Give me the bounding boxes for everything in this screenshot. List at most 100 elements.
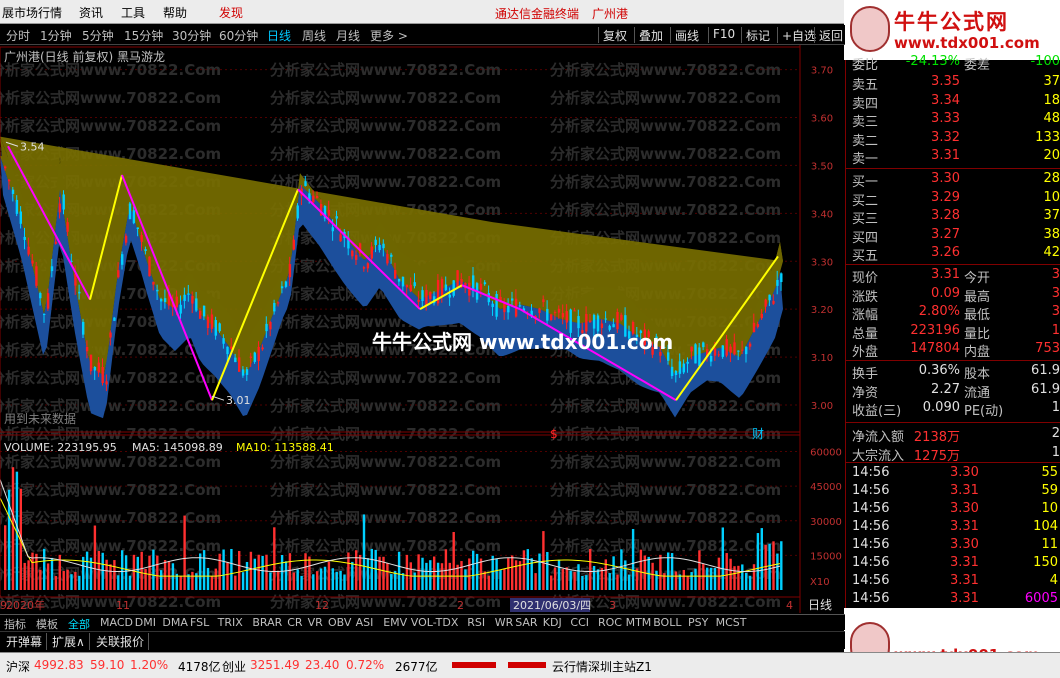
indicator-tab[interactable]: MCST (716, 616, 747, 629)
volume-bar (522, 550, 526, 590)
indicator-tab[interactable]: VOL-TDX (411, 616, 459, 629)
volume-bar (261, 555, 264, 590)
watermark-text: 分析家公式网www.70822.Com (270, 145, 501, 163)
brand-logo-top: 牛牛公式网 www.tdx001.com (844, 0, 1060, 60)
menu-discover[interactable]: 发现 (219, 4, 243, 21)
candle-body (511, 298, 514, 301)
overlay-button[interactable]: 叠加 (634, 27, 663, 43)
period-monthly[interactable]: 月线 (336, 27, 360, 44)
expand-toggle[interactable]: 扩展∧ (52, 633, 90, 650)
volume-bar (199, 553, 202, 590)
candle-body (148, 256, 151, 277)
indicator-tab[interactable]: ASI (356, 616, 374, 629)
volume-bar (507, 558, 510, 590)
volume-bar (46, 563, 50, 590)
indicator-tab[interactable]: 全部 (68, 616, 90, 632)
cow-logo-icon (850, 6, 890, 52)
indicator-tab[interactable]: 指标 (4, 616, 26, 632)
period-timeshare[interactable]: 分时 (6, 27, 30, 44)
candle-body (187, 293, 190, 295)
volume-bar (113, 560, 116, 590)
indicator-tab[interactable]: CR (287, 616, 302, 629)
watermark-text: 分析家公式网www.70822.Com (550, 145, 781, 163)
volume-bar (4, 525, 7, 590)
period-1min[interactable]: 1分钟 (40, 27, 72, 44)
candle-body (745, 346, 748, 355)
candle-body (58, 203, 61, 213)
menu-tools[interactable]: 工具 (121, 4, 145, 21)
indicator-tab[interactable]: MACD (100, 616, 133, 629)
sh-index-amount: 4178亿 (178, 660, 221, 674)
candle-body (46, 293, 50, 309)
back-button[interactable]: 返回 (814, 27, 845, 43)
watermark-text: 分析家公式网www.70822.Com (550, 425, 781, 443)
candle-body (553, 312, 557, 314)
candle-body (257, 346, 260, 362)
indicator-tab[interactable]: ROC (598, 616, 622, 629)
watermark-text: 分析家公式网www.70822.Com (270, 509, 501, 527)
draw-line-button[interactable]: 画线 (670, 27, 699, 43)
indicator-tab[interactable]: EMV (383, 616, 407, 629)
volume-bar (557, 559, 561, 590)
volume-axis-label: 30000 (810, 517, 842, 528)
volume-bar (573, 571, 576, 590)
volume-label: VOLUME: 223195.95 (4, 441, 117, 454)
watermark-text: 分析家公式网www.70822.Com (550, 61, 781, 79)
fuquan-button[interactable]: 复权 (598, 27, 627, 43)
volume-bar (713, 568, 717, 590)
x-axis-label: 11 (116, 599, 130, 612)
add-watchlist-button[interactable]: +自选 (777, 27, 816, 43)
period-60min[interactable]: 60分钟 (219, 27, 258, 44)
volume-bar (616, 574, 619, 590)
f10-button[interactable]: F10 (708, 27, 735, 43)
indicator-tab[interactable]: KDJ (543, 616, 562, 629)
volume-bar (670, 553, 674, 590)
volume-bar (179, 575, 182, 590)
watermark-text: 分析家公式网www.70822.Com (270, 369, 501, 387)
menu-market[interactable]: 展市场行情 (2, 4, 62, 21)
volume-bar (269, 572, 272, 590)
candle-body (401, 276, 405, 287)
indicator-tab[interactable]: FSL (190, 616, 209, 629)
period-daily[interactable]: 日线 (267, 27, 291, 44)
indicator-tab[interactable]: SAR (515, 616, 537, 629)
indicator-tab[interactable]: DMA (162, 616, 188, 629)
volume-bar (97, 550, 100, 590)
trade-tick-row: 14:56 3.31 4 (852, 573, 1058, 588)
indicator-tab[interactable]: RSI (467, 616, 485, 629)
indicator-tab[interactable]: PSY (688, 616, 708, 629)
period-15min[interactable]: 15分钟 (124, 27, 163, 44)
price-axis-label: 3.70 (811, 66, 833, 77)
candle-body (546, 308, 549, 321)
candle-body (245, 369, 249, 375)
indicator-tab[interactable]: DMI (135, 616, 156, 629)
volume-bar (709, 567, 713, 590)
period-30min[interactable]: 30分钟 (172, 27, 211, 44)
candle-body (292, 239, 295, 250)
indicator-tab[interactable]: WR (495, 616, 514, 629)
indicator-tab[interactable]: VR (308, 616, 323, 629)
menu-news[interactable]: 资讯 (79, 4, 103, 21)
watermark-text: 分析家公式网www.70822.Com (270, 481, 501, 499)
indicator-tab[interactable]: OBV (328, 616, 351, 629)
indicator-tab[interactable]: 模板 (36, 616, 58, 632)
period-weekly[interactable]: 周线 (302, 27, 326, 44)
related-quote-tab[interactable]: 关联报价 (96, 633, 150, 650)
candle-body (756, 324, 760, 328)
indicator-tab[interactable]: BRAR (252, 616, 282, 629)
danmaku-toggle[interactable]: 开弹幕 (6, 633, 48, 650)
candle-body (550, 314, 553, 320)
period-more[interactable]: 更多 > (370, 27, 408, 44)
indicator-tab[interactable]: BOLL (653, 616, 681, 629)
price-axis-label: 3.30 (811, 257, 833, 268)
mark-button[interactable]: 标记 (741, 27, 770, 43)
volume-bar (717, 557, 721, 590)
menu-help[interactable]: 帮助 (163, 4, 187, 21)
indicator-tab[interactable]: CCI (570, 616, 589, 629)
period-5min[interactable]: 5分钟 (82, 27, 114, 44)
indicator-tab[interactable]: MTM (626, 616, 652, 629)
volume-bar (503, 568, 506, 590)
volume-bar (464, 569, 467, 590)
candle-body (674, 370, 678, 376)
indicator-tab[interactable]: TRIX (218, 616, 243, 629)
